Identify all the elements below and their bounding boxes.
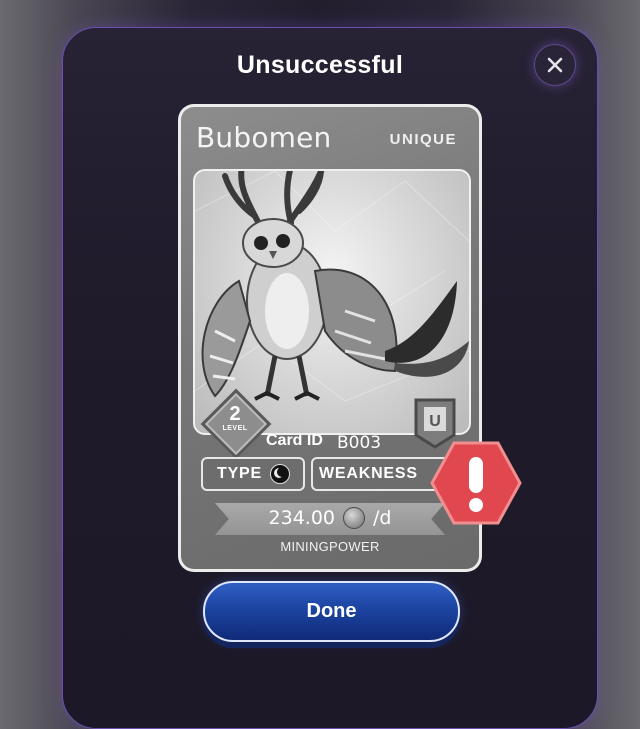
level-label: LEVEL bbox=[222, 425, 248, 432]
rarity-letter: U bbox=[429, 413, 441, 430]
level-value: 2 bbox=[229, 403, 241, 425]
card-rarity: UNIQUE bbox=[389, 131, 457, 148]
close-icon bbox=[547, 57, 563, 73]
mining-power-unit: /d bbox=[373, 507, 392, 529]
card-name: Bubomen bbox=[196, 121, 332, 154]
type-badge: TYPE bbox=[201, 457, 305, 491]
mining-power-label: MININGPOWER bbox=[280, 539, 380, 554]
mining-power-value: 234.00 bbox=[268, 507, 335, 529]
mining-power-row: 234.00 /d bbox=[215, 507, 445, 529]
alert-icon bbox=[430, 441, 522, 525]
type-label: TYPE bbox=[217, 465, 262, 482]
weakness-label: WEAKNESS bbox=[319, 465, 418, 482]
done-button[interactable]: Done bbox=[203, 581, 460, 642]
close-button[interactable] bbox=[534, 44, 576, 86]
card-id-value: B003 bbox=[337, 433, 382, 453]
moon-icon bbox=[270, 464, 290, 484]
coin-icon bbox=[343, 507, 365, 529]
card-id-label: Card ID bbox=[266, 432, 323, 449]
